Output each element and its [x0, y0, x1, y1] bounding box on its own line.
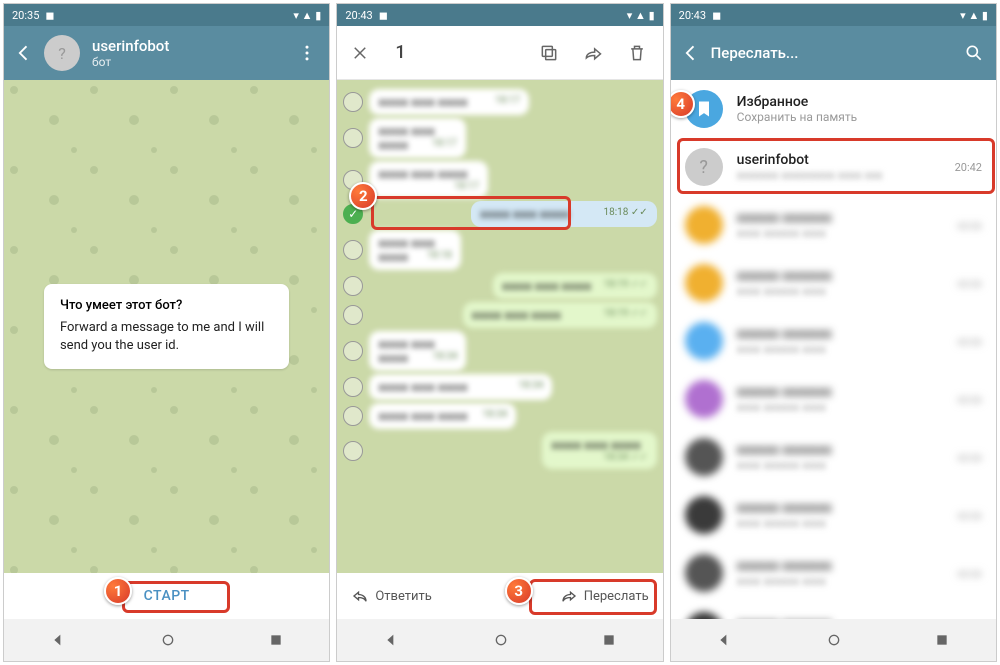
chat-body: xxxxx xxxx xxxxx18:17xxxxx xxxx xxxxx18:… — [337, 80, 662, 573]
bot-info-text: Forward a message to me and I will send … — [60, 319, 273, 354]
chat-body: Что умеет этот бот? Forward a message to… — [4, 80, 329, 573]
callout-badge-1: 1 — [104, 577, 132, 605]
message-row[interactable]: xxxxx xxxx xxxxx18:34 — [343, 403, 656, 429]
screen-1-bot-start: 20:35 ◼ ▾ ▲ ▮ ? userinfobot бот Что умее… — [3, 3, 330, 662]
select-checkbox[interactable] — [343, 341, 363, 361]
status-bar: 20:43 ◼ ▾ ▲ ▮ — [671, 4, 996, 26]
forward-button[interactable]: Переслать — [560, 587, 649, 605]
chat-item[interactable]: xxxxxx xxxxxxxxxxx xxxxxx xxxxxx:xx — [671, 486, 996, 544]
chat-item[interactable]: xxxxxx xxxxxxxxxxx xxxxxx xxxxxx:xx — [671, 602, 996, 619]
select-checkbox[interactable] — [343, 377, 363, 397]
android-nav — [4, 619, 329, 661]
message-bubble[interactable]: xxxxx xxxx xxxxx18:34 — [369, 374, 552, 400]
chat-title: userinfobot — [92, 37, 285, 55]
reply-button[interactable]: Ответить — [351, 587, 432, 605]
message-row[interactable]: xxxxx xxxx xxxxx18:17 — [343, 118, 656, 158]
bot-info-title: Что умеет этот бот? — [60, 298, 273, 313]
nav-home-icon[interactable] — [826, 632, 842, 648]
nav-recent-icon[interactable] — [935, 633, 949, 647]
select-checkbox[interactable] — [343, 276, 363, 296]
back-icon[interactable] — [14, 43, 32, 63]
message-bubble[interactable]: xxxxx xxxx xxxxx18:34 — [369, 403, 516, 429]
forward-icon[interactable] — [583, 43, 605, 63]
copy-icon[interactable] — [539, 43, 561, 63]
forward-title: Переслать... — [711, 44, 952, 62]
message-row[interactable]: xxxxx xxxx xxxxx18:34 ✓✓ — [343, 432, 656, 469]
status-bar: 20:35 ◼ ▾ ▲ ▮ — [4, 4, 329, 26]
nav-recent-icon[interactable] — [602, 633, 616, 647]
chat-item-userinfobot[interactable]: ? userinfobot xxxxxxx xxxxxxxxx xxxx xxx… — [671, 138, 996, 196]
message-row[interactable]: xxxxx xxxx xxxxx18:17 — [343, 89, 656, 115]
saved-messages-item[interactable]: Избранное Сохранить на память — [671, 80, 996, 138]
nav-recent-icon[interactable] — [269, 633, 283, 647]
nav-back-icon[interactable] — [384, 632, 400, 648]
close-icon[interactable] — [351, 44, 373, 62]
bot-info-card: Что умеет этот бот? Forward a message to… — [44, 284, 289, 368]
search-icon[interactable] — [964, 43, 986, 63]
callout-badge-3: 3 — [505, 577, 533, 605]
nav-home-icon[interactable] — [493, 632, 509, 648]
status-time: 20:35 — [12, 9, 39, 22]
select-checkbox[interactable] — [343, 92, 363, 112]
nav-home-icon[interactable] — [160, 632, 176, 648]
screen-2-select-message: 20:43 ◼ ▾ ▲ ▮ 1 xxxxx xxxx xxxxx18:17xxx… — [336, 3, 663, 662]
message-action-bar: Ответить Переслать — [337, 573, 662, 619]
message-row[interactable]: xxxxx xxxx xxxxx18:19 ✓✓ — [343, 273, 656, 299]
select-checkbox[interactable] — [343, 240, 363, 260]
message-row[interactable]: ✓xxxxx xxxx xxxxx18:18 ✓✓ — [343, 201, 656, 227]
status-time: 20:43 — [679, 9, 706, 22]
chat-item[interactable]: xxxxxx xxxxxxxxxxx xxxxxx xxxxxx:xx — [671, 312, 996, 370]
message-bubble[interactable]: xxxxx xxxx xxxxx18:19 ✓✓ — [463, 302, 657, 328]
android-nav — [671, 619, 996, 661]
nav-back-icon[interactable] — [51, 632, 67, 648]
status-icons: ▾ ▲ ▮ — [627, 9, 655, 22]
message-bubble[interactable]: xxxxx xxxx xxxxx18:17 — [369, 118, 465, 158]
start-bar: СТАРТ — [4, 573, 329, 619]
back-icon[interactable] — [681, 43, 699, 63]
message-row[interactable]: xxxxx xxxx xxxxx18:34 — [343, 331, 656, 371]
message-bubble[interactable]: xxxxx xxxx xxxxx18:34 — [369, 331, 466, 371]
status-bar: 20:43 ◼ ▾ ▲ ▮ — [337, 4, 662, 26]
forward-header: Переслать... — [671, 26, 996, 80]
callout-badge-4: 4 — [670, 90, 695, 118]
message-bubble[interactable]: xxxxx xxxx xxxxx18:19 ✓✓ — [493, 273, 657, 299]
forward-list: Избранное Сохранить на память ? userinfo… — [671, 80, 996, 619]
message-row[interactable]: xxxxx xxxx xxxxx18:18 — [343, 230, 656, 270]
chat-item[interactable]: xxxxxx xxxxxxxxxxx xxxxxx xxxxxx:xx — [671, 254, 996, 312]
message-row[interactable]: xxxxx xxxx xxxxx18:17 — [343, 161, 656, 198]
chat-item[interactable]: xxxxxx xxxxxxxxxxx xxxxxx xxxxxx:xx — [671, 370, 996, 428]
select-checkbox[interactable] — [343, 305, 363, 325]
message-row[interactable]: xxxxx xxxx xxxxx18:34 — [343, 374, 656, 400]
chat-item[interactable]: xxxxxx xxxxxxxxxxx xxxxxx xxxxxx:xx — [671, 544, 996, 602]
chat-item[interactable]: xxxxxx xxxxxxxxxxx xxxxxx xxxxxx:xx — [671, 428, 996, 486]
screen-3-forward-to: 20:43 ◼ ▾ ▲ ▮ Переслать... Избранное Сох… — [670, 3, 997, 662]
select-checkbox[interactable] — [343, 128, 363, 148]
avatar[interactable]: ? — [44, 35, 80, 71]
chat-subtitle: бот — [92, 55, 285, 69]
select-checkbox[interactable] — [343, 406, 363, 426]
android-nav — [337, 619, 662, 661]
message-bubble[interactable]: xxxxx xxxx xxxxx18:17 — [369, 161, 488, 198]
selection-header: 1 — [337, 26, 662, 80]
delete-icon[interactable] — [627, 43, 649, 63]
chat-item[interactable]: xxxxxx xxxxxxxxxxx xxxxxx xxxxxx:xx — [671, 196, 996, 254]
more-icon[interactable] — [297, 43, 319, 63]
chat-title-block[interactable]: userinfobot бот — [92, 37, 285, 69]
chat-header: ? userinfobot бот — [4, 26, 329, 80]
message-bubble[interactable]: xxxxx xxxx xxxxx18:34 ✓✓ — [542, 432, 656, 469]
status-icons: ▾ ▲ ▮ — [293, 9, 321, 22]
message-row[interactable]: xxxxx xxxx xxxxx18:19 ✓✓ — [343, 302, 656, 328]
select-checkbox[interactable] — [343, 441, 363, 461]
message-bubble[interactable]: xxxxx xxxx xxxxx18:17 — [369, 89, 529, 115]
avatar: ? — [685, 148, 723, 186]
message-bubble[interactable]: xxxxx xxxx xxxxx18:18 ✓✓ — [471, 201, 657, 227]
nav-back-icon[interactable] — [717, 632, 733, 648]
status-time: 20:43 — [345, 9, 372, 22]
start-button[interactable]: СТАРТ — [144, 588, 190, 604]
status-icons: ▾ ▲ ▮ — [960, 9, 988, 22]
message-bubble[interactable]: xxxxx xxxx xxxxx18:18 — [369, 230, 460, 270]
selection-count: 1 — [395, 42, 516, 63]
